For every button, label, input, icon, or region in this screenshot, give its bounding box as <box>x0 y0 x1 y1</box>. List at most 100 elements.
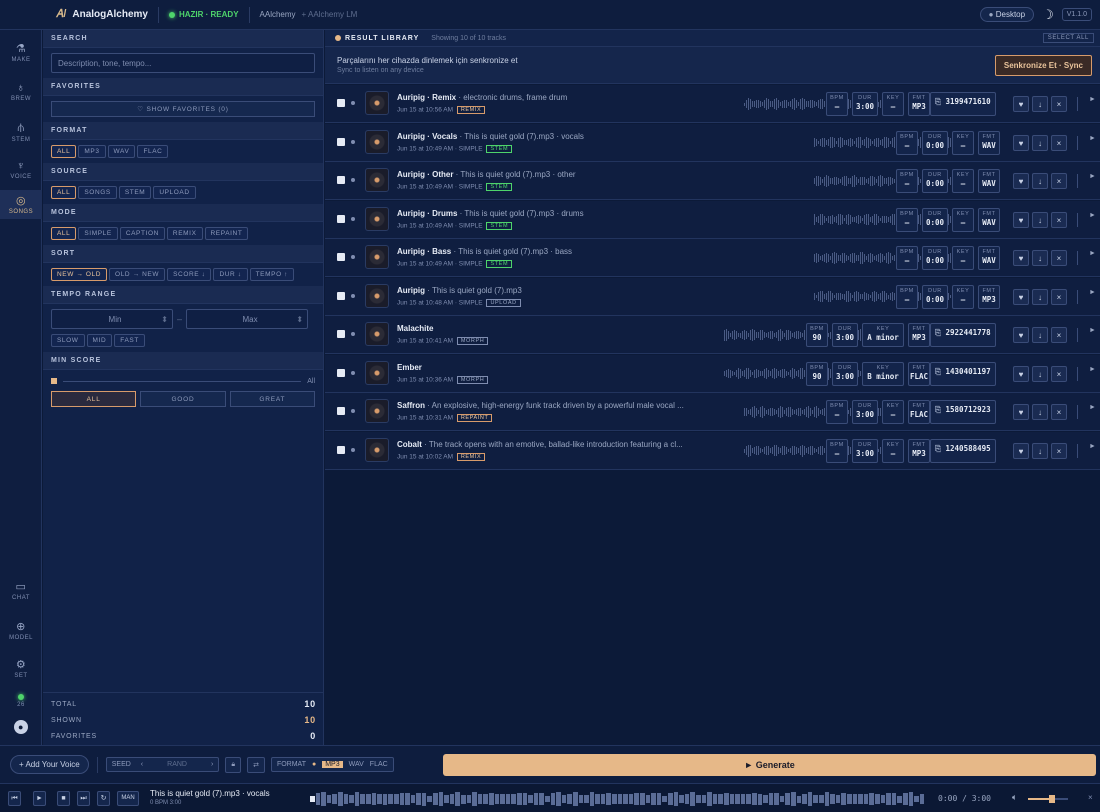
cover-art-vinyl-icon[interactable] <box>365 437 389 462</box>
tempo-preset-fast[interactable]: FAST <box>114 334 145 347</box>
track-checkbox[interactable] <box>337 330 345 338</box>
favorite-button[interactable]: ♥ <box>1013 173 1029 189</box>
favorite-button[interactable]: ♥ <box>1013 327 1029 343</box>
rail-item-make[interactable]: ⚗ MAKE <box>0 42 42 63</box>
sync-button[interactable]: Senkronize Et · Sync <box>994 54 1092 76</box>
seed-lock-button[interactable]: 🔒︎ <box>225 756 242 773</box>
seed-box[interactable]: ⎘ 1240588495 <box>930 438 996 463</box>
player-waveform[interactable] <box>310 792 925 806</box>
play-row-icon[interactable]: ► <box>1089 366 1096 373</box>
crumb-aalchemy[interactable]: AAlchemy <box>260 10 296 19</box>
download-button[interactable]: ↓ <box>1032 173 1048 189</box>
source-chip-all[interactable]: ALL <box>51 186 77 199</box>
user-avatar[interactable]: ● <box>0 720 42 734</box>
mode-chip-remix[interactable]: REMIX <box>166 227 203 240</box>
track-checkbox[interactable] <box>337 368 345 377</box>
rail-item-brew[interactable]: ♁ BREW <box>0 82 42 102</box>
play-row-icon[interactable]: ► <box>1089 289 1096 296</box>
play-row-icon[interactable]: ► <box>1089 173 1096 180</box>
format-flac[interactable]: FLAC <box>370 761 388 768</box>
play-row-icon[interactable]: ► <box>1089 135 1096 142</box>
score-all-button[interactable]: ALL <box>51 391 137 407</box>
cover-art-vinyl-icon[interactable] <box>365 399 389 423</box>
cover-art-vinyl-icon[interactable] <box>365 206 389 231</box>
theme-toggle-moon-icon[interactable]: ☽ <box>1042 7 1054 23</box>
track-row[interactable]: Malachite Jun 15 at 10:41 AM MORPH BPM 90 DU… <box>325 316 1100 354</box>
delete-button[interactable]: × <box>1051 288 1067 305</box>
track-row[interactable]: Auripig · Other · This is quiet gold (7)… <box>325 162 1100 200</box>
tempo-preset-slow[interactable]: SLOW <box>51 334 85 347</box>
download-button[interactable]: ↓ <box>1032 442 1048 459</box>
device-selector[interactable]: ● Desktop <box>979 7 1035 22</box>
favorite-button[interactable]: ♥ <box>1013 134 1029 151</box>
track-row[interactable]: Auripig · Drums · This is quiet gold (7)… <box>325 200 1100 239</box>
mode-chip-repaint[interactable]: REPAINT <box>204 227 249 240</box>
favorite-button[interactable]: ♥ <box>1013 288 1029 305</box>
delete-button[interactable]: × <box>1051 365 1067 382</box>
download-button[interactable]: ↓ <box>1032 134 1048 151</box>
track-title[interactable]: Auripig · Drums · This is quiet gold (7)… <box>397 209 584 218</box>
format-mp3[interactable]: MP3 <box>322 761 343 768</box>
cover-art-vinyl-icon[interactable] <box>365 129 389 154</box>
delete-button[interactable]: × <box>1051 96 1067 112</box>
seed-box[interactable]: ⎘ 1580712923 <box>930 400 996 424</box>
add-voice-button[interactable]: + Add Your Voice <box>10 755 89 774</box>
track-title[interactable]: Auripig · Vocals · This is quiet gold (7… <box>397 132 584 141</box>
track-row[interactable]: Ember Jun 15 at 10:36 AM MORPH BPM 90 DUR 3:0… <box>325 354 1100 393</box>
download-button[interactable]: ↓ <box>1032 288 1048 305</box>
seed-box[interactable]: ⎘ 1430401197 <box>930 361 996 386</box>
favorite-button[interactable]: ♥ <box>1013 96 1029 112</box>
crumb-lm[interactable]: + AAlchemy LM <box>302 10 358 19</box>
track-checkbox[interactable] <box>337 99 345 107</box>
track-checkbox[interactable] <box>337 214 345 223</box>
rail-item-chat[interactable]: ▭ CHAT <box>0 580 42 601</box>
delete-button[interactable]: × <box>1051 173 1067 189</box>
cover-art-vinyl-icon[interactable] <box>365 91 389 115</box>
skip-back-icon[interactable]: ⏮ <box>8 791 21 806</box>
track-title[interactable]: Malachite <box>397 324 433 333</box>
favorite-button[interactable]: ♥ <box>1013 211 1029 228</box>
mode-chip-caption[interactable]: CAPTION <box>119 227 165 240</box>
brand[interactable]: 𝐴/ AnalogAlchemy <box>56 8 148 21</box>
delete-button[interactable]: × <box>1051 250 1067 266</box>
track-row[interactable]: Auripig · Remix · electronic drums, fram… <box>325 85 1100 123</box>
sort-chip-dur[interactable]: DUR ↓ <box>213 268 248 281</box>
source-chip-stem[interactable]: STEM <box>118 186 152 199</box>
skip-forward-icon[interactable]: ⏭ <box>77 791 90 806</box>
download-button[interactable]: ↓ <box>1032 327 1048 343</box>
tempo-min-input[interactable]: Min ⬍ <box>51 309 173 329</box>
track-title[interactable]: Auripig · This is quiet gold (7).mp3 <box>397 286 522 295</box>
track-checkbox[interactable] <box>337 137 345 146</box>
play-row-icon[interactable]: ► <box>1089 96 1096 103</box>
play-row-icon[interactable]: ► <box>1089 443 1096 450</box>
track-row[interactable]: Saffron · An explosive, high-energy funk… <box>325 393 1100 431</box>
seed-box[interactable]: ⎘ 2922441778 <box>930 323 996 347</box>
cover-art-vinyl-icon[interactable] <box>365 360 389 385</box>
volume-icon[interactable]: 🔈︎ <box>1012 792 1017 803</box>
cover-art-vinyl-icon[interactable] <box>365 245 389 269</box>
delete-button[interactable]: × <box>1051 211 1067 228</box>
stop-icon[interactable]: ■ <box>57 791 70 806</box>
download-button[interactable]: ↓ <box>1032 250 1048 266</box>
seed-box[interactable]: ⎘ 3199471610 <box>930 92 996 116</box>
track-row[interactable]: Auripig · This is quiet gold (7).mp3 Jun … <box>325 277 1100 316</box>
score-good-button[interactable]: GOOD <box>140 391 226 407</box>
track-row[interactable]: Cobalt · The track opens with an emotive… <box>325 431 1100 470</box>
format-chip-mp3[interactable]: MP3 <box>78 145 106 158</box>
play-icon[interactable]: ► <box>33 791 46 806</box>
format-wav[interactable]: WAV <box>349 761 364 768</box>
track-checkbox[interactable] <box>337 176 345 184</box>
select-all-button[interactable]: SELECT ALL <box>1042 33 1094 43</box>
seed-next-icon[interactable]: › <box>211 761 213 768</box>
track-title[interactable]: Auripig · Other · This is quiet gold (7)… <box>397 170 576 179</box>
rail-item-model[interactable]: ⊕ MODEL <box>0 620 42 641</box>
delete-button[interactable]: × <box>1051 442 1067 459</box>
loop-icon[interactable]: ↻ <box>97 791 110 806</box>
track-title[interactable]: Ember <box>397 363 422 372</box>
track-checkbox[interactable] <box>337 445 345 454</box>
rail-item-set[interactable]: ⚙ SET <box>0 658 42 679</box>
track-row[interactable]: Auripig · Bass · This is quiet gold (7).… <box>325 239 1100 277</box>
search-input[interactable]: Description, tone, tempo... <box>51 53 315 73</box>
rail-item-voice[interactable]: ♆ VOICE <box>0 160 42 180</box>
favorite-button[interactable]: ♥ <box>1013 365 1029 382</box>
